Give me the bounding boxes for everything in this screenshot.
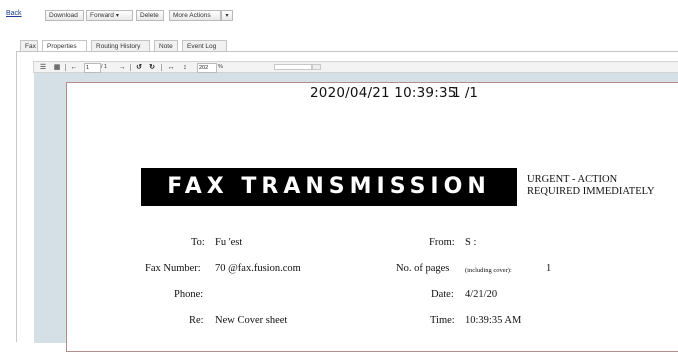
previous-page-icon[interactable]: ← bbox=[69, 63, 79, 72]
urgent-notice-line1: URGENT - ACTION bbox=[527, 174, 618, 185]
page-total-label: / 1 bbox=[101, 64, 108, 70]
more-actions-button[interactable]: More Actions bbox=[169, 10, 221, 21]
date-label: Date: bbox=[431, 289, 454, 300]
time-label: Time: bbox=[430, 315, 455, 326]
chevron-down-icon: ▾ bbox=[225, 13, 229, 19]
fax-page bbox=[66, 82, 678, 352]
fax-number-label: Fax Number: bbox=[145, 263, 201, 274]
urgent-notice: URGENT - ACTION REQUIRED IMMEDIATELY bbox=[527, 174, 655, 198]
to-label: To: bbox=[191, 237, 205, 248]
re-value: New Cover sheet bbox=[215, 315, 288, 326]
toolbar-separator bbox=[65, 64, 66, 71]
rotate-right-icon[interactable]: ↻ bbox=[147, 63, 157, 72]
chevron-down-icon: ▾ bbox=[115, 13, 119, 19]
zoom-slider-handle[interactable] bbox=[312, 64, 321, 70]
zoom-input[interactable]: 202 bbox=[197, 63, 217, 73]
fit-height-icon[interactable]: ↕ bbox=[180, 63, 190, 72]
fax-transmission-banner: FAX TRANSMISSION bbox=[141, 168, 517, 206]
phone-label: Phone: bbox=[174, 289, 204, 300]
rotate-left-icon[interactable]: ↺ bbox=[134, 63, 144, 72]
fax-header-page-count: 1 /1 bbox=[452, 85, 479, 101]
page-number-input[interactable]: 1 bbox=[84, 63, 101, 73]
viewer-toolbar: ☰ ▦ ← 1 / 1 → ↺ ↻ ↔ ↕ 202 % bbox=[33, 61, 678, 73]
next-page-icon[interactable]: → bbox=[117, 63, 127, 72]
fax-header-datetime: 2020/04/21 10:39:35 bbox=[310, 85, 457, 101]
fax-number-value: 70 @fax.fusion.com bbox=[215, 263, 301, 274]
fit-width-icon[interactable]: ↔ bbox=[166, 63, 176, 72]
more-actions-dropdown[interactable]: ▾ bbox=[221, 10, 233, 21]
page-count-value: 1 bbox=[546, 263, 552, 274]
re-label: Re: bbox=[189, 315, 204, 326]
back-link[interactable]: Back bbox=[6, 10, 22, 17]
from-label: From: bbox=[429, 237, 455, 248]
page-count-note: (including cover): bbox=[465, 267, 512, 274]
time-value: 10:39:35 AM bbox=[465, 315, 522, 326]
urgent-notice-line2: REQUIRED IMMEDIATELY bbox=[527, 186, 655, 197]
date-value: 4/21/20 bbox=[465, 289, 498, 300]
thumbnail-grid-icon[interactable]: ▦ bbox=[52, 63, 62, 72]
from-value: S : bbox=[465, 237, 477, 248]
forward-button-label: Forward bbox=[90, 12, 114, 19]
download-button[interactable]: Download bbox=[45, 10, 84, 21]
page-count-label: No. of pages bbox=[396, 263, 450, 274]
forward-button[interactable]: Forward ▾ bbox=[86, 10, 133, 21]
delete-button[interactable]: Delete bbox=[136, 10, 164, 21]
zoom-unit-label: % bbox=[218, 64, 223, 70]
zoom-slider-track[interactable] bbox=[274, 64, 312, 70]
toolbar-separator bbox=[130, 64, 131, 71]
toolbar-separator bbox=[161, 64, 162, 71]
to-value: Fu 'est bbox=[215, 237, 243, 248]
list-view-icon[interactable]: ☰ bbox=[38, 63, 48, 72]
